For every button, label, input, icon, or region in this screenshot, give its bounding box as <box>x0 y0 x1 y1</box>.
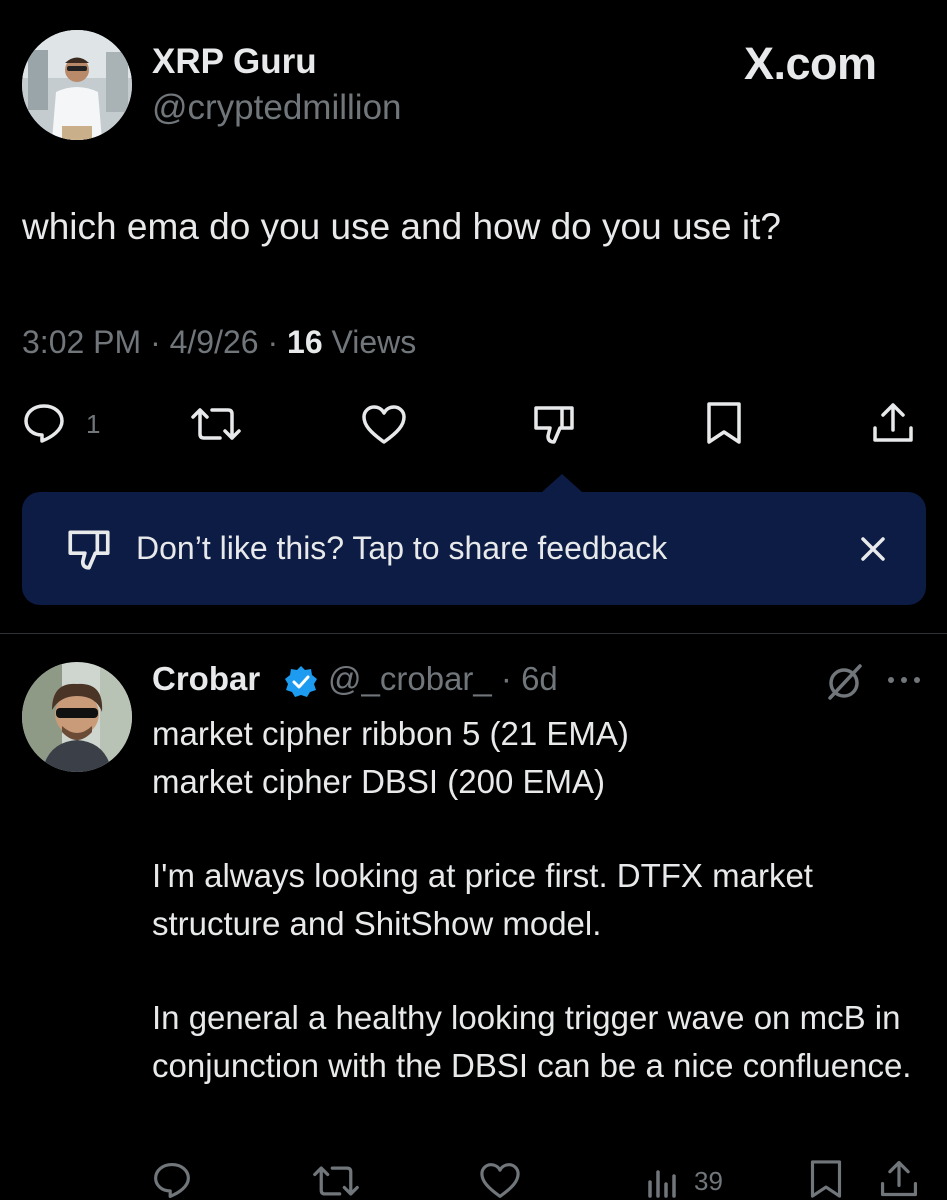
reply-text: market cipher ribbon 5 (21 EMA) market c… <box>152 710 922 1089</box>
post-date[interactable]: 4/9/26 <box>170 324 259 360</box>
bookmark-icon[interactable] <box>808 1158 844 1200</box>
more-options-icon[interactable] <box>886 674 922 686</box>
dislike-icon <box>64 526 114 572</box>
like-icon[interactable] <box>478 1162 522 1200</box>
post-text: which ema do you use and how do you use … <box>22 206 781 247</box>
reply-handle-time[interactable]: @_crobar_ · 6d <box>328 660 558 698</box>
reply-views-count: 39 <box>694 1166 723 1196</box>
divider <box>0 633 947 634</box>
repost-icon[interactable] <box>312 1162 360 1200</box>
post-meta: 3:02 PM · 4/9/26 · 16 Views <box>22 324 416 361</box>
share-icon[interactable] <box>870 400 916 446</box>
meta-separator: · <box>141 324 170 360</box>
reply-line: market cipher ribbon 5 (21 EMA) <box>152 715 629 752</box>
post-time[interactable]: 3:02 PM <box>22 324 141 360</box>
verified-badge-icon <box>283 664 319 700</box>
author-handle[interactable]: @cryptedmillion <box>152 88 402 128</box>
reply-icon[interactable] <box>22 402 66 444</box>
brand-watermark: X.com <box>744 38 877 89</box>
views-icon[interactable] <box>646 1164 680 1198</box>
views-count: 16 <box>287 324 323 360</box>
reply-line: I'm always looking at price first. DTFX … <box>152 857 813 942</box>
repost-icon[interactable] <box>190 404 242 444</box>
views-label: Views <box>322 324 417 360</box>
grok-icon[interactable] <box>824 662 864 702</box>
feedback-banner[interactable]: Don’t like this? Tap to share feedback <box>22 474 926 605</box>
dislike-icon[interactable] <box>530 402 578 446</box>
banner-pointer <box>542 474 582 492</box>
reply-line: market cipher DBSI (200 EMA) <box>152 762 605 800</box>
share-icon[interactable] <box>878 1158 920 1200</box>
author-name[interactable]: XRP Guru <box>152 42 317 82</box>
feedback-text[interactable]: Don’t like this? Tap to share feedback <box>136 530 667 567</box>
reply-author-avatar[interactable] <box>22 662 132 772</box>
author-avatar[interactable] <box>22 30 132 140</box>
reply-line: In general a healthy looking trigger wav… <box>152 999 912 1084</box>
reply-count: 1 <box>86 409 101 439</box>
reply-author-name[interactable]: Crobar <box>152 660 260 698</box>
reply-icon[interactable] <box>152 1160 192 1200</box>
bookmark-icon[interactable] <box>704 400 744 446</box>
like-icon[interactable] <box>360 404 408 446</box>
meta-separator: · <box>258 324 288 360</box>
close-icon[interactable] <box>858 534 888 564</box>
